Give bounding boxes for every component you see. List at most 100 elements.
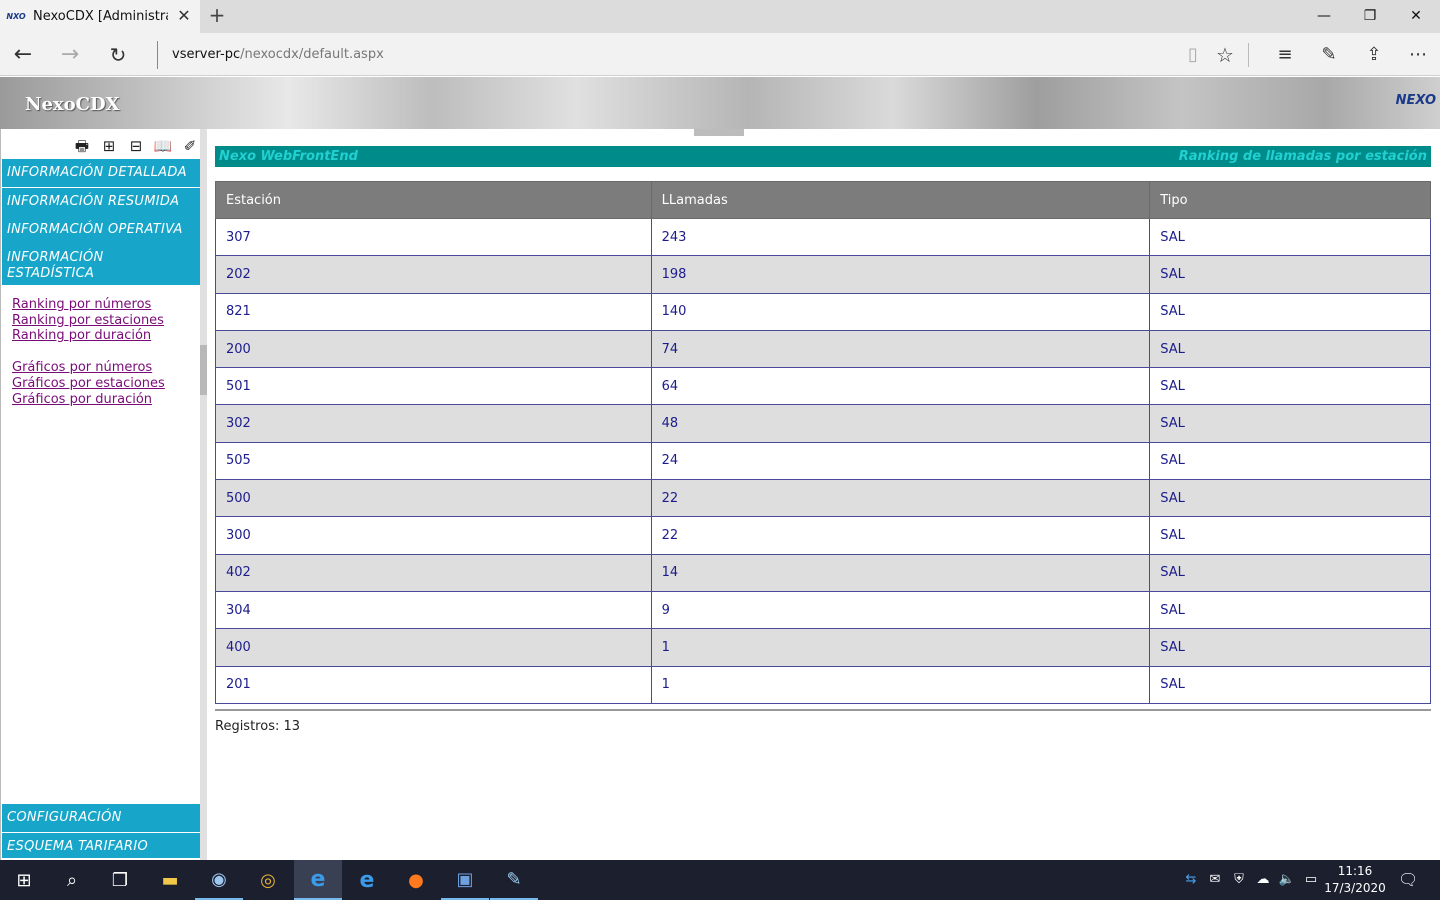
cell-llamadas: 1 <box>650 628 1151 667</box>
cell-tipo: SAL <box>1149 479 1431 518</box>
menu-informacion-estadistica[interactable]: INFORMACIÓN ESTADÍSTICA <box>2 244 200 287</box>
sql-tool-icon[interactable]: ◉ <box>195 860 243 900</box>
task-view-icon[interactable]: ❐ <box>96 860 144 900</box>
link-graficos-duracion[interactable]: Gráficos por duración <box>12 392 165 408</box>
cell-estacion: 200 <box>215 329 652 369</box>
table-row: 400 1 SAL <box>215 628 1431 667</box>
browser-tab[interactable]: NXO NexoCDX [Administrado ✕ <box>0 0 200 33</box>
clock-time: 11:16 <box>1337 864 1373 878</box>
paint-icon[interactable]: ✎ <box>490 860 538 900</box>
tab-close-icon[interactable]: ✕ <box>176 7 192 25</box>
left-panel-scrollbar[interactable] <box>200 345 207 395</box>
start-windows-icon[interactable]: ⊞ <box>0 860 48 900</box>
menu-informacion-resumida[interactable]: INFORMACIÓN RESUMIDA <box>2 188 200 218</box>
column-header-llamadas[interactable]: LLamadas <box>650 181 1151 219</box>
statistics-submenu: Ranking por números Ranking por estacion… <box>12 297 165 407</box>
mail-tray-icon[interactable]: ✉ <box>1205 871 1225 889</box>
restore-button[interactable]: ❐ <box>1347 0 1393 32</box>
cell-llamadas: 22 <box>650 479 1151 518</box>
reading-view-icon[interactable]: ▯ <box>1178 40 1208 70</box>
firefox-icon[interactable]: ● <box>392 860 440 900</box>
favorite-star-icon[interactable]: ☆ <box>1210 40 1240 70</box>
forward-button[interactable]: → <box>55 40 85 70</box>
cell-estacion: 505 <box>215 441 652 481</box>
taskbar-clock[interactable]: 11:16 17/3/2020 <box>1322 863 1388 897</box>
menu-informacion-detallada[interactable]: INFORMACIÓN DETALLADA <box>2 159 200 189</box>
menu-configuracion[interactable]: CONFIGURACIÓN <box>2 804 200 834</box>
main-content: Nexo WebFrontEnd Ranking de llamadas por… <box>207 136 1440 860</box>
table-row: 201 1 SAL <box>215 665 1431 704</box>
cell-llamadas: 22 <box>650 516 1151 555</box>
internet-explorer-icon[interactable]: e <box>343 860 391 900</box>
cell-tipo: SAL <box>1149 516 1431 555</box>
edge-browser-icon[interactable]: e <box>294 860 342 900</box>
cell-estacion: 302 <box>215 404 652 443</box>
table-row: 505 24 SAL <box>215 441 1431 481</box>
link-graficos-estaciones[interactable]: Gráficos por estaciones <box>12 376 165 392</box>
onedrive-tray-icon[interactable]: ☁ <box>1253 871 1273 889</box>
table-row: 500 22 SAL <box>215 479 1431 518</box>
expand-columns-icon[interactable]: ⊞ <box>98 137 120 155</box>
back-button[interactable]: ← <box>8 40 38 70</box>
cell-llamadas: 24 <box>650 441 1151 481</box>
banner-report-title: Ranking de llamadas por estación <box>1178 149 1427 164</box>
expand-rows-icon[interactable]: ⊟ <box>125 137 147 155</box>
clock-date: 17/3/2020 <box>1324 881 1386 895</box>
minimize-button[interactable]: — <box>1301 0 1347 32</box>
teamviewer-tray-icon[interactable]: ⇆ <box>1181 871 1201 889</box>
table-row: 304 9 SAL <box>215 590 1431 630</box>
page-banner: Nexo WebFrontEnd Ranking de llamadas por… <box>215 146 1431 167</box>
table-row: 302 48 SAL <box>215 404 1431 443</box>
network-tray-icon[interactable]: ▭ <box>1301 871 1321 889</box>
cell-tipo: SAL <box>1149 292 1431 331</box>
new-tab-button[interactable]: + <box>205 4 229 28</box>
frame-splitter-handle[interactable] <box>694 129 744 136</box>
share-icon[interactable]: ⇪ <box>1359 40 1389 70</box>
left-navigation-panel: 🖶 ⊞ ⊟ 📖 ✐ INFORMACIÓN DETALLADA INFORMAC… <box>0 129 207 860</box>
table-row: 300 22 SAL <box>215 516 1431 555</box>
link-ranking-duracion[interactable]: Ranking por duración <box>12 328 165 344</box>
table-row: 501 64 SAL <box>215 367 1431 406</box>
edit-notes-icon[interactable]: ✐ <box>179 137 201 155</box>
cell-tipo: SAL <box>1149 367 1431 406</box>
cell-tipo: SAL <box>1149 628 1431 667</box>
file-explorer-icon[interactable]: ▬ <box>146 860 194 900</box>
page-header: NexoCDX NEXO <box>0 77 1440 129</box>
link-ranking-estaciones[interactable]: Ranking por estaciones <box>12 313 165 329</box>
column-header-estacion[interactable]: Estación <box>215 181 652 219</box>
security-tray-icon[interactable]: ⛨ <box>1229 871 1249 889</box>
link-ranking-numeros[interactable]: Ranking por números <box>12 297 165 313</box>
volume-tray-icon[interactable]: 🔈 <box>1277 871 1297 889</box>
divider <box>215 709 1431 711</box>
url-host: vserver-pc <box>172 47 241 62</box>
remote-desktop-icon[interactable]: ▣ <box>441 860 489 900</box>
url-field[interactable]: vserver-pc/nexocdx/default.aspx <box>157 41 384 69</box>
more-options-icon[interactable]: ⋯ <box>1403 40 1433 70</box>
cell-estacion: 202 <box>215 255 652 294</box>
refresh-button[interactable]: ↻ <box>103 40 133 70</box>
search-icon[interactable]: ⌕ <box>48 860 96 900</box>
table-row: 202 198 SAL <box>215 255 1431 294</box>
column-header-tipo[interactable]: Tipo <box>1149 181 1431 219</box>
menu-esquema-tarifario[interactable]: ESQUEMA TARIFARIO <box>2 833 200 860</box>
table-header-row: Estación LLamadas Tipo <box>215 181 1431 219</box>
cell-estacion: 501 <box>215 367 652 406</box>
menu-informacion-operativa[interactable]: INFORMACIÓN OPERATIVA <box>2 216 200 246</box>
table-row: 307 243 SAL <box>215 217 1431 257</box>
table-row: 200 74 SAL <box>215 329 1431 369</box>
brand-title: NexoCDX <box>25 94 120 115</box>
cell-llamadas: 48 <box>650 404 1151 443</box>
notifications-icon[interactable]: 🗨 <box>1398 871 1418 889</box>
banner-app-name: Nexo WebFrontEnd <box>219 149 358 164</box>
link-graficos-numeros[interactable]: Gráficos por números <box>12 360 165 376</box>
close-window-button[interactable]: ✕ <box>1393 0 1439 32</box>
print-icon[interactable]: 🖶 <box>71 137 93 155</box>
cell-estacion: 821 <box>215 292 652 331</box>
cell-llamadas: 198 <box>650 255 1151 294</box>
web-note-icon[interactable]: ✎ <box>1314 40 1344 70</box>
cell-llamadas: 74 <box>650 329 1151 369</box>
book-icon[interactable]: 📖 <box>152 137 174 155</box>
hub-icon[interactable]: ≡ <box>1270 40 1300 70</box>
cell-tipo: SAL <box>1149 665 1431 704</box>
chrome-icon[interactable]: ◎ <box>244 860 292 900</box>
